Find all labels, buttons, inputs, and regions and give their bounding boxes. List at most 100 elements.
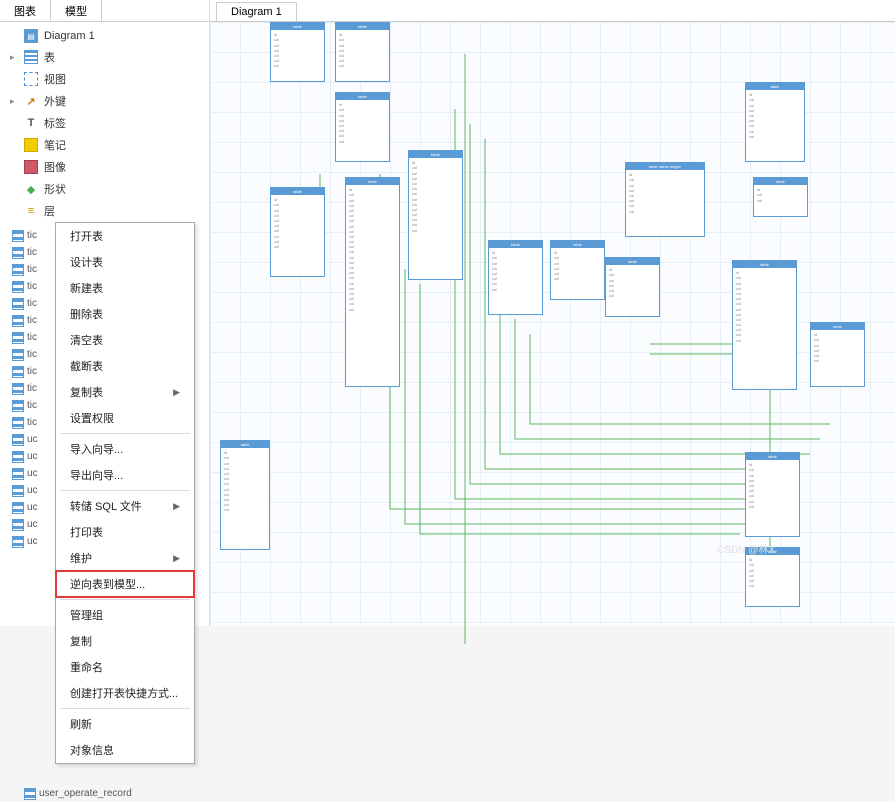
entity-box[interactable]: tableidcolcolcolcolcolcol [335, 22, 390, 82]
table-row[interactable]: tic [12, 278, 54, 295]
table-row[interactable]: tic [12, 312, 54, 329]
table-icon [12, 434, 24, 446]
table-row[interactable]: tic [12, 414, 54, 431]
entity-box[interactable]: tableidcolcolcolcolcolcolcolcolcolcolcol [220, 440, 270, 550]
table-row-label: tic [27, 366, 37, 377]
fk-icon: ↗ [24, 94, 38, 108]
table-row[interactable]: uc [12, 482, 54, 499]
entity-box[interactable]: tableidcolcolcolcolcolcolcolcolcolcolcol… [732, 260, 797, 390]
expander-icon: ▸ [10, 96, 18, 107]
table-row-label: tic [27, 281, 37, 292]
table-row-last[interactable]: user_operate_record [24, 785, 204, 802]
table-row[interactable]: tic [12, 380, 54, 397]
menu-import-wizard[interactable]: 导入向导... [56, 436, 194, 462]
table-row[interactable]: tic [12, 227, 54, 244]
tree-item[interactable]: ◆形状 [6, 178, 203, 200]
menu-set-perm[interactable]: 设置权限 [56, 405, 194, 431]
table-row-label: tic [27, 264, 37, 275]
tree-label: 外键 [44, 93, 66, 109]
table-icon [12, 400, 24, 412]
chevron-right-icon: ▶ [173, 501, 180, 512]
tree-item-diagram-1[interactable]: ▤ Diagram 1 [6, 26, 203, 46]
canvas-tabs: Diagram 1 [210, 0, 895, 22]
table-row-label: tic [27, 349, 37, 360]
table-row[interactable]: uc [12, 533, 54, 550]
table-row[interactable]: uc [12, 499, 54, 516]
table-row[interactable]: tic [12, 363, 54, 380]
chevron-right-icon: ▶ [173, 387, 180, 398]
tree-item[interactable]: 笔记 [6, 134, 203, 156]
table-row[interactable]: tic [12, 329, 54, 346]
tree-item[interactable]: 图像 [6, 156, 203, 178]
tree-item[interactable]: ▸ ↗ 外键 [6, 90, 203, 112]
image-icon [24, 160, 38, 174]
table-row[interactable]: tic [12, 295, 54, 312]
menu-copy-table[interactable]: 复制表▶ [56, 379, 194, 405]
menu-open-table[interactable]: 打开表 [56, 223, 194, 249]
menu-print-table[interactable]: 打印表 [56, 519, 194, 545]
menu-dump-sql[interactable]: 转储 SQL 文件▶ [56, 493, 194, 519]
table-row-label: uc [27, 536, 38, 547]
entity-box[interactable]: table name longeridcolcolcolcolcolcolcol [625, 162, 705, 237]
table-icon [12, 315, 24, 327]
table-row[interactable]: uc [12, 431, 54, 448]
menu-object-info[interactable]: 对象信息 [56, 737, 194, 763]
table-row[interactable]: tic [12, 261, 54, 278]
menu-reverse-to-model[interactable]: 逆向表到模型... [56, 571, 194, 597]
tree-label: Diagram 1 [44, 30, 95, 42]
entity-box[interactable]: tableidcolcolcolcolcolcol [270, 22, 325, 82]
menu-clear-table[interactable]: 清空表 [56, 327, 194, 353]
tree-item[interactable]: T标签 [6, 112, 203, 134]
entity-box[interactable]: tableidcolcolcolcolcolcolcolcol [745, 82, 805, 162]
menu-rename[interactable]: 重命名 [56, 654, 194, 680]
view-icon [24, 72, 38, 86]
table-row[interactable]: uc [12, 465, 54, 482]
er-canvas[interactable]: tableidcolcolcolcolcolcol tableidcolcolc… [210, 22, 895, 626]
menu-refresh[interactable]: 刷新 [56, 711, 194, 737]
table-row-label: uc [27, 485, 38, 496]
entity-box[interactable]: tableidcolcolcolcolcol [745, 547, 800, 607]
menu-copy[interactable]: 复制 [56, 628, 194, 654]
entity-box[interactable]: tableidcolcolcolcolcolcolcolcolcolcolcol… [408, 150, 463, 280]
object-tree: ▤ Diagram 1 ▸表视图 ▸ ↗ 外键 T标签笔记图像◆形状≡层 [0, 22, 209, 226]
canvas-tab-diagram-1[interactable]: Diagram 1 [216, 2, 297, 21]
note-icon [24, 138, 38, 152]
tree-item[interactable]: ≡层 [6, 200, 203, 222]
table-row[interactable]: tic [12, 397, 54, 414]
menu-export-wizard[interactable]: 导出向导... [56, 462, 194, 488]
table-row-label: tic [27, 230, 37, 241]
menu-truncate-table[interactable]: 截断表 [56, 353, 194, 379]
menu-create-shortcut[interactable]: 创建打开表快捷方式... [56, 680, 194, 706]
tree-item[interactable]: ▸表 [6, 46, 203, 68]
table-row[interactable]: tic [12, 346, 54, 363]
entity-box[interactable]: tableidcolcolcolcolcol [605, 257, 660, 317]
table-row[interactable]: tic [12, 244, 54, 261]
menu-new-table[interactable]: 新建表 [56, 275, 194, 301]
menu-delete-table[interactable]: 删除表 [56, 301, 194, 327]
table-icon [12, 230, 24, 242]
menu-manage-group[interactable]: 管理组 [56, 602, 194, 628]
entity-box[interactable]: tableidcolcolcolcolcolcolcol [335, 92, 390, 162]
table-icon [12, 519, 24, 531]
entity-box[interactable]: tableidcolcolcolcolcolcolcolcol [745, 452, 800, 537]
table-icon [12, 349, 24, 361]
table-icon [12, 451, 24, 463]
entity-box[interactable]: tableidcolcolcolcolcolcolcolcolcol [270, 187, 325, 277]
entity-box[interactable]: tableidcolcolcolcolcolcolcolcolcolcolcol… [345, 177, 400, 387]
tree-label: 视图 [44, 71, 66, 87]
tab-model[interactable]: 模型 [51, 0, 102, 21]
menu-separator [60, 490, 190, 491]
tab-diagram[interactable]: 图表 [0, 0, 51, 21]
table-icon [12, 264, 24, 276]
tree-label: 形状 [44, 181, 66, 197]
entity-box[interactable]: tableidcolcolcolcolcolcolcol [488, 240, 543, 315]
entity-box[interactable]: tableidcolcol [753, 177, 808, 217]
chevron-right-icon: ▶ [173, 553, 180, 564]
menu-maintain[interactable]: 维护▶ [56, 545, 194, 571]
table-row[interactable]: uc [12, 448, 54, 465]
table-row[interactable]: uc [12, 516, 54, 533]
entity-box[interactable]: tableidcolcolcolcolcol [550, 240, 605, 300]
tree-item[interactable]: 视图 [6, 68, 203, 90]
menu-design-table[interactable]: 设计表 [56, 249, 194, 275]
entity-box[interactable]: tableidcolcolcolcolcol [810, 322, 865, 387]
